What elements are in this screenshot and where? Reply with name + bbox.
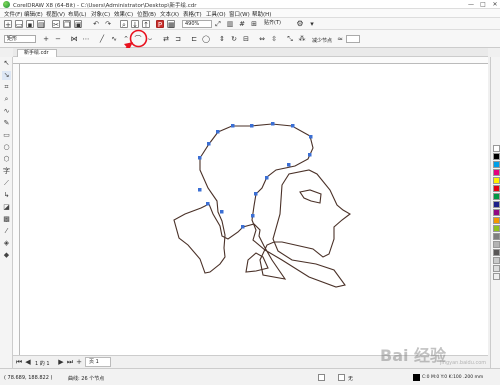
toolbox: ↖ ↘ ⌗ ⌕ ∿ ✎ ▭ ○ ⬡ 字 ⟋ ↳ ◪ ▩ ⁄ ◈ ◆ xyxy=(0,57,13,368)
palette-swatch[interactable] xyxy=(493,201,500,208)
polygon-tool-icon[interactable]: ⬡ xyxy=(2,155,11,164)
node-handle[interactable] xyxy=(308,153,312,157)
palette-swatch[interactable] xyxy=(493,193,500,200)
artistic-media-icon[interactable]: ✎ xyxy=(2,119,11,128)
drawing-surface xyxy=(173,122,351,288)
smart-fill-icon[interactable]: ◆ xyxy=(2,251,11,260)
watermark-url: jingyan.baidu.com xyxy=(440,360,487,366)
palette-swatch[interactable] xyxy=(493,265,500,272)
rectangle-tool-icon[interactable]: ▭ xyxy=(2,131,11,140)
cursor-coordinates: ( 78.689, 188.822 ) xyxy=(4,375,53,381)
palette-swatch[interactable] xyxy=(493,161,500,168)
node-handle[interactable] xyxy=(287,163,291,167)
interactive-fill-icon[interactable]: ◈ xyxy=(2,239,11,248)
node-handle[interactable] xyxy=(206,202,210,206)
freehand-tool-icon[interactable]: ∿ xyxy=(2,107,11,116)
palette-swatch[interactable] xyxy=(493,249,500,256)
neck-inner-curve[interactable] xyxy=(245,252,269,273)
next-page-icon[interactable]: ▶ xyxy=(57,358,65,366)
vertical-ruler xyxy=(13,64,20,355)
transparency-icon[interactable]: ▩ xyxy=(2,215,11,224)
parallel-dimension-icon[interactable]: ⟋ xyxy=(2,179,11,188)
fill-status: 无 xyxy=(348,376,354,382)
text-tool-icon[interactable]: 字 xyxy=(2,167,11,176)
palette-swatch[interactable] xyxy=(493,241,500,248)
previous-page-icon[interactable]: ◀ xyxy=(24,358,32,366)
node-handle[interactable] xyxy=(291,124,295,128)
palette-swatch[interactable] xyxy=(493,153,500,160)
node-handle[interactable] xyxy=(231,124,235,128)
color-eyedropper-icon[interactable]: ⁄ xyxy=(2,227,11,236)
shape-tool-icon[interactable]: ↘ xyxy=(2,71,11,80)
palette-swatch[interactable] xyxy=(493,185,500,192)
zoom-tool-icon[interactable]: ⌕ xyxy=(2,95,11,104)
highlight-circle xyxy=(129,29,148,48)
node-handle[interactable] xyxy=(271,122,275,126)
palette-swatch[interactable] xyxy=(493,257,500,264)
watermark-logo: Bai 经验 xyxy=(380,346,447,365)
first-page-icon[interactable]: ⏮ xyxy=(15,358,23,366)
eye-shape-curve[interactable] xyxy=(299,189,322,204)
document-tab[interactable]: 新手绘.cdr xyxy=(17,49,57,57)
node-markers xyxy=(198,122,313,229)
horizontal-ruler xyxy=(13,57,488,64)
page-tab[interactable]: 页 1 xyxy=(85,357,111,367)
palette-swatch[interactable] xyxy=(493,273,500,280)
fill-swatch-none-icon xyxy=(338,374,345,381)
drawing-canvas[interactable] xyxy=(20,64,488,355)
status-bar: ( 78.689, 188.822 ) 曲线: 26 个节点 无 C:0 M:0… xyxy=(0,368,500,385)
crop-tool-icon[interactable]: ⌗ xyxy=(2,83,11,92)
node-handle[interactable] xyxy=(216,130,220,134)
node-handle[interactable] xyxy=(207,142,211,146)
fill-indicator-icon[interactable] xyxy=(318,374,325,381)
page-position: 1 的 1 xyxy=(35,361,50,367)
outline-status: C:0 M:0 Y:0 K:100 .200 mm xyxy=(422,375,484,380)
palette-swatch[interactable] xyxy=(493,169,500,176)
palette-swatch[interactable] xyxy=(493,177,500,184)
head-outline-curve[interactable] xyxy=(173,123,351,288)
node-handle[interactable] xyxy=(198,188,202,192)
connector-tool-icon[interactable]: ↳ xyxy=(2,191,11,200)
node-handle[interactable] xyxy=(250,124,254,128)
palette-swatch[interactable] xyxy=(493,217,500,224)
node-handle[interactable] xyxy=(251,214,255,218)
document-tab-bar: 新手绘.cdr xyxy=(13,48,488,57)
palette-swatch[interactable] xyxy=(493,145,500,152)
color-palette xyxy=(490,57,500,368)
node-handle[interactable] xyxy=(309,135,313,139)
palette-swatch[interactable] xyxy=(493,209,500,216)
selection-info: 曲线: 26 个节点 xyxy=(68,376,105,382)
node-handle[interactable] xyxy=(241,225,245,229)
last-page-icon[interactable]: ⏭ xyxy=(66,358,74,366)
outline-color-swatch xyxy=(413,374,420,381)
node-handle[interactable] xyxy=(254,192,258,196)
node-handle[interactable] xyxy=(220,210,224,214)
ellipse-tool-icon[interactable]: ○ xyxy=(2,143,11,152)
node-handle[interactable] xyxy=(198,156,202,160)
drop-shadow-icon[interactable]: ◪ xyxy=(2,203,11,212)
add-page-icon[interactable]: + xyxy=(75,358,83,366)
palette-swatch[interactable] xyxy=(493,225,500,232)
pick-tool-icon[interactable]: ↖ xyxy=(2,59,11,68)
node-handle[interactable] xyxy=(265,176,269,180)
palette-swatch[interactable] xyxy=(493,233,500,240)
